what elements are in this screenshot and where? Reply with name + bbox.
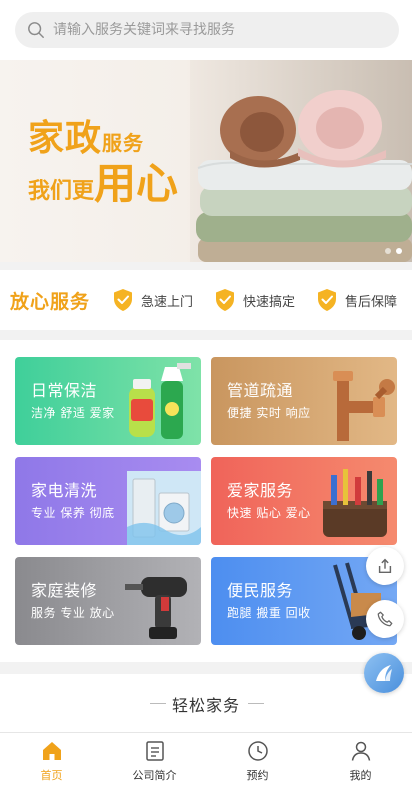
search-icon <box>28 22 44 38</box>
search-input[interactable] <box>53 22 373 38</box>
service-card-title: 爱家服务 <box>227 481 294 500</box>
assurance-item: 急速上门 <box>112 288 193 312</box>
service-grid: 日常保洁 洁净 舒适 爱家 管道疏通 便捷 实时 响应 家电清洗 专业 保养 彻… <box>0 340 412 662</box>
section-divider-right <box>248 703 264 704</box>
pagination-dot[interactable] <box>385 248 391 254</box>
assurance-item-label: 售后保障 <box>345 294 398 310</box>
user-icon <box>351 741 370 761</box>
brand-logo-icon <box>376 665 392 681</box>
assurance-item: 售后保障 <box>316 288 397 312</box>
section-title: 轻松家务 <box>171 696 240 715</box>
appliances-icon <box>127 471 201 545</box>
assurance-title: 放心服务 <box>10 290 91 313</box>
pipe-fitting-icon <box>333 371 395 441</box>
call-button[interactable] <box>366 600 404 638</box>
service-card-title: 家电清洗 <box>31 481 98 500</box>
tab-booking[interactable]: 预约 <box>206 733 309 791</box>
tab-home[interactable]: 首页 <box>0 733 103 791</box>
section-header: 轻松家务 <box>0 674 412 732</box>
service-card-title: 便民服务 <box>227 581 294 600</box>
assurance-item-label: 急速上门 <box>141 294 194 310</box>
service-card-subtitle: 快速 贴心 爱心 <box>227 506 311 520</box>
cleaning-spray-icon <box>129 363 191 439</box>
tab-label: 预约 <box>246 769 269 782</box>
service-card-subtitle: 便捷 实时 响应 <box>227 406 311 420</box>
banner-line2-big: 用心 <box>94 159 179 208</box>
service-card-subtitle: 跑腿 搬重 回收 <box>227 606 311 620</box>
banner-line1-big: 家政 <box>28 118 103 159</box>
pagination-dot-active[interactable] <box>396 248 402 254</box>
search-bar[interactable] <box>15 12 399 48</box>
tab-profile[interactable]: 我的 <box>309 733 412 791</box>
power-drill-icon <box>125 577 187 639</box>
phone-icon <box>377 611 393 627</box>
promo-banner[interactable]: 家政服务 我们更用心 <box>0 60 412 262</box>
service-card-title: 日常保洁 <box>31 381 98 400</box>
assurance-item: 快速搞定 <box>214 288 295 312</box>
document-icon <box>145 741 164 761</box>
home-icon <box>42 742 61 760</box>
towels-image <box>190 60 412 262</box>
tab-company[interactable]: 公司简介 <box>103 733 206 791</box>
clock-icon <box>247 741 268 761</box>
service-card-appliance[interactable]: 家电清洗 专业 保养 彻底 <box>15 457 201 545</box>
service-card-subtitle: 洁净 舒适 爱家 <box>31 406 115 420</box>
shield-check-icon <box>216 289 234 311</box>
service-card-subtitle: 服务 专业 放心 <box>31 606 115 620</box>
assurance-item-label: 快速搞定 <box>243 294 296 310</box>
share-icon <box>378 558 392 574</box>
tool-bag-icon <box>323 469 387 537</box>
tab-label: 公司简介 <box>132 769 177 782</box>
banner-line2-small: 我们更 <box>28 179 95 204</box>
assurance-row: 放心服务 急速上门 快速搞定 售后保障 <box>0 270 412 330</box>
service-card-title: 家庭装修 <box>31 581 98 600</box>
search-bar-container <box>0 0 412 60</box>
service-card-cleaning[interactable]: 日常保洁 洁净 舒适 爱家 <box>15 357 201 445</box>
tab-label: 我的 <box>349 769 372 782</box>
service-card-pipe[interactable]: 管道疏通 便捷 实时 响应 <box>211 357 397 445</box>
banner-pagination <box>385 248 402 254</box>
banner-headline: 家政服务 我们更用心 <box>28 118 178 212</box>
bottom-tab-bar: 首页 公司简介 预约 我的 <box>0 732 412 791</box>
brand-logo-button[interactable] <box>364 653 404 693</box>
shield-check-icon <box>114 289 132 311</box>
service-card-subtitle: 专业 保养 彻底 <box>31 506 115 520</box>
service-card-renovation[interactable]: 家庭装修 服务 专业 放心 <box>15 557 201 645</box>
home-page: 家政服务 我们更用心 放心服务 急速上门 快速搞定 <box>0 0 412 791</box>
service-card-home[interactable]: 爱家服务 快速 贴心 爱心 <box>211 457 397 545</box>
service-card-title: 管道疏通 <box>227 381 294 400</box>
share-button[interactable] <box>366 547 404 585</box>
banner-line1-small: 服务 <box>102 131 145 155</box>
tab-label: 首页 <box>40 769 63 782</box>
shield-check-icon <box>318 289 336 311</box>
